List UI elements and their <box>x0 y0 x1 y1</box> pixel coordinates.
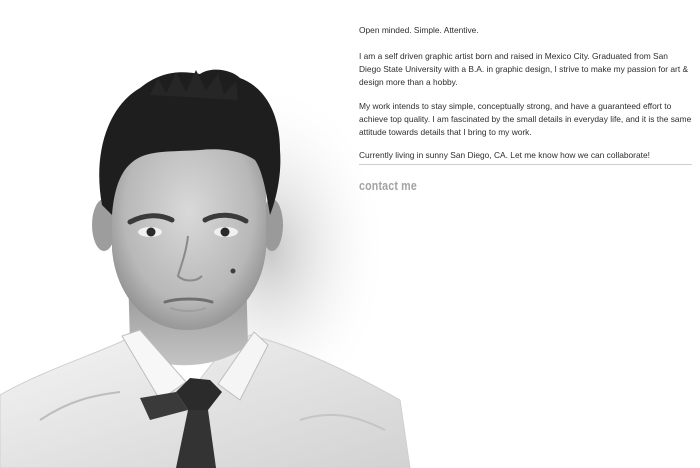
divider <box>359 164 692 165</box>
bio-tagline: Open minded. Simple. Attentive. <box>359 25 479 35</box>
contact-me-link[interactable]: contact me <box>359 178 417 193</box>
bio-paragraph-background: I am a self driven graphic artist born a… <box>359 51 689 87</box>
bio-paragraph-work: My work intends to stay simple, conceptu… <box>359 100 692 137</box>
bio-paragraph-location: Currently living in sunny San Diego, CA.… <box>359 150 650 160</box>
bio-section: Open minded. Simple. Attentive. I am a s… <box>359 24 692 173</box>
